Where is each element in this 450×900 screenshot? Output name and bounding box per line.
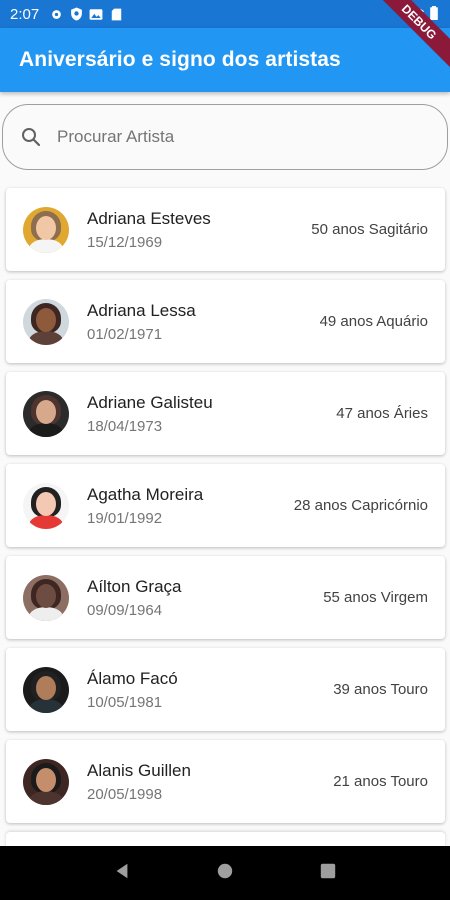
artist-info: Agatha Moreira 19/01/1992: [87, 485, 294, 527]
app-title: Aniversário e signo dos artistas: [19, 48, 341, 71]
artist-name: Alanis Guillen: [87, 760, 191, 780]
recents-icon[interactable]: [319, 862, 337, 885]
artist-birthdate: 09/09/1964: [87, 601, 163, 619]
artist-list: Adriana Esteves 15/12/1969 50 anos Sagitár…: [6, 188, 445, 852]
status-bar: 2:07: [0, 0, 450, 28]
back-icon[interactable]: [113, 862, 131, 885]
navigation-bar: [0, 846, 450, 900]
avatar: [23, 390, 69, 437]
sd-card-icon: [109, 7, 123, 21]
avatar: [23, 666, 69, 713]
artist-card[interactable]: Aílton Graça 09/09/1964 55 anos Virgem: [6, 556, 445, 639]
artist-card[interactable]: Alanis Guillen 20/05/1998 21 anos Touro: [6, 740, 445, 823]
artist-birthdate: 15/12/1969: [87, 233, 163, 251]
artist-birthdate: 20/05/1998: [87, 785, 163, 803]
shield-icon: [69, 7, 83, 21]
artist-birthdate: 19/01/1992: [87, 509, 163, 527]
artist-info: Adriana Esteves 15/12/1969: [87, 209, 311, 251]
app-bar: Aniversário e signo dos artistas: [0, 28, 450, 92]
artist-info: Adriana Lessa 01/02/1971: [87, 301, 320, 343]
artist-name: Aílton Graça: [87, 576, 182, 596]
status-time: 2:07: [10, 5, 40, 23]
artist-birthdate: 10/05/1981: [87, 693, 163, 711]
artist-card[interactable]: Agatha Moreira 19/01/1992 28 anos Capricór…: [6, 464, 445, 547]
artist-name: Álamo Facó: [87, 668, 178, 688]
image-icon: [89, 7, 103, 21]
artist-name: Adriane Galisteu: [87, 392, 213, 412]
search-field[interactable]: [2, 104, 448, 170]
artist-age-sign: 55 anos Virgem: [323, 589, 428, 606]
artist-birthdate: 01/02/1971: [87, 325, 163, 343]
home-icon[interactable]: [216, 862, 234, 885]
search-input[interactable]: [57, 127, 387, 147]
artist-age-sign: 50 anos Sagitário: [311, 221, 428, 238]
artist-info: Aílton Graça 09/09/1964: [87, 577, 323, 619]
artist-card[interactable]: Álamo Facó 10/05/1981 39 anos Touro: [6, 648, 445, 731]
avatar: [23, 758, 69, 805]
artist-age-sign: 49 anos Aquário: [319, 313, 428, 330]
avatar: [23, 206, 69, 253]
artist-card[interactable]: Adriana Esteves 15/12/1969 50 anos Sagitár…: [6, 188, 445, 271]
artist-card[interactable]: Adriane Galisteu 18/04/1973 47 anos Áries: [6, 372, 445, 455]
artist-birthdate: 18/04/1973: [87, 417, 163, 435]
artist-name: Adriana Lessa: [87, 300, 196, 320]
avatar: [23, 482, 69, 529]
artist-info: Alanis Guillen 20/05/1998: [87, 761, 333, 803]
artist-age-sign: 28 anos Capricórnio: [293, 497, 428, 514]
gear-icon: [49, 7, 63, 21]
artist-card[interactable]: Adriana Lessa 01/02/1971 49 anos Aquário: [6, 280, 445, 363]
avatar: [23, 298, 69, 345]
artist-name: Adriana Esteves: [87, 208, 211, 228]
artist-age-sign: 39 anos Touro: [333, 681, 428, 698]
artist-info: Adriane Galisteu 18/04/1973: [87, 393, 336, 435]
artist-info: Álamo Facó 10/05/1981: [87, 669, 333, 711]
artist-age-sign: 21 anos Touro: [333, 773, 428, 790]
artist-name: Agatha Moreira: [87, 484, 204, 504]
search-icon: [22, 128, 41, 147]
artist-age-sign: 47 anos Áries: [336, 405, 428, 422]
avatar: [23, 574, 69, 621]
